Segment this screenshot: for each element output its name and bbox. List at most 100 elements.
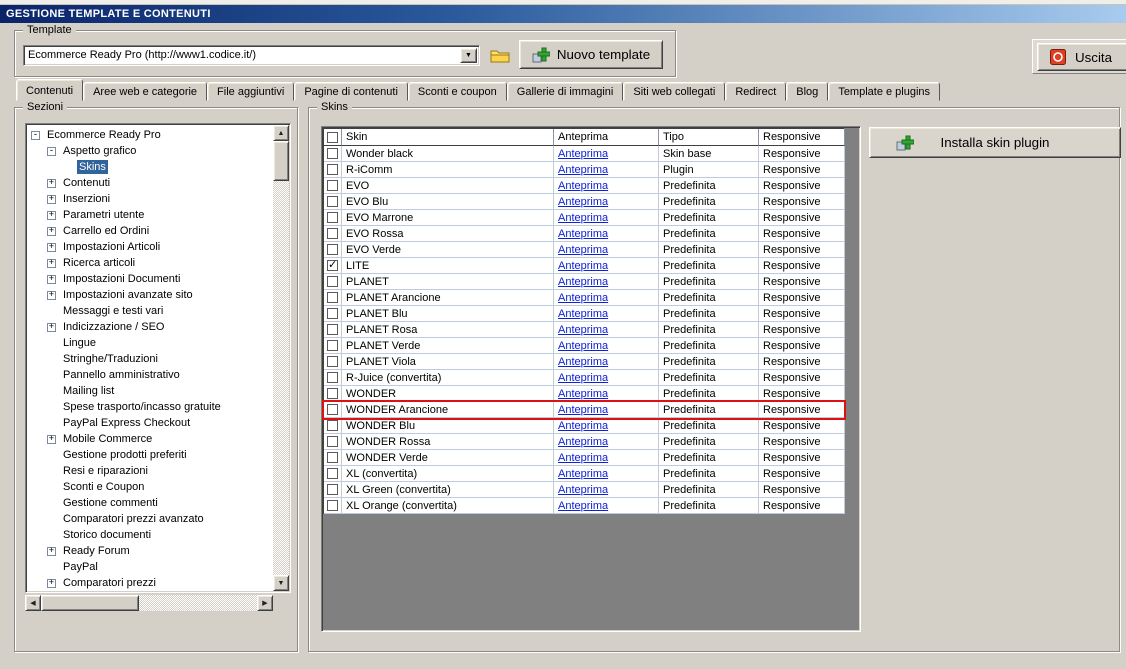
scroll-up-button[interactable]: ▲ bbox=[273, 125, 289, 141]
anteprima-link[interactable]: Anteprima bbox=[558, 484, 608, 496]
tree-expand-icon[interactable]: + bbox=[47, 434, 56, 444]
tree-item[interactable]: Skins bbox=[29, 159, 273, 175]
tree-item[interactable]: + Carrello ed Ordini bbox=[29, 223, 273, 239]
skin-checkbox[interactable] bbox=[327, 258, 338, 271]
tree-item[interactable]: Messaggi e testi vari bbox=[29, 303, 273, 319]
anteprima-link[interactable]: Anteprima bbox=[558, 244, 608, 256]
combobox-dropdown-button[interactable]: ▼ bbox=[460, 48, 477, 63]
tree-item[interactable]: + Comparatori prezzi bbox=[29, 575, 273, 591]
skin-checkbox[interactable] bbox=[327, 340, 338, 351]
horizontal-scroll-thumb[interactable] bbox=[41, 595, 139, 611]
tree-expand-icon[interactable]: + bbox=[47, 290, 56, 300]
tree-expand-icon[interactable]: + bbox=[47, 242, 56, 252]
anteprima-link[interactable]: Anteprima bbox=[558, 276, 608, 288]
tree-expand-icon[interactable]: + bbox=[47, 194, 56, 204]
tree-item[interactable]: Sconti e Coupon bbox=[29, 479, 273, 495]
select-all-checkbox[interactable] bbox=[327, 131, 338, 143]
tree-item[interactable]: Mailing list bbox=[29, 383, 273, 399]
skin-checkbox[interactable] bbox=[327, 468, 338, 479]
skin-checkbox[interactable] bbox=[327, 292, 338, 303]
anteprima-link[interactable]: Anteprima bbox=[558, 436, 608, 448]
exit-button[interactable]: Uscita bbox=[1037, 43, 1126, 71]
skin-checkbox[interactable] bbox=[327, 212, 338, 223]
tab-siti-web-collegati[interactable]: Siti web collegati bbox=[623, 82, 726, 101]
skin-checkbox[interactable] bbox=[327, 196, 338, 207]
tree-item[interactable]: Gestione prodotti preferiti bbox=[29, 447, 273, 463]
tree-horizontal-scrollbar[interactable]: ◀ ▶ bbox=[25, 595, 273, 611]
tree-expand-icon[interactable]: - bbox=[47, 146, 56, 156]
anteprima-link[interactable]: Anteprima bbox=[558, 292, 608, 304]
skin-checkbox[interactable] bbox=[327, 436, 338, 447]
tree-item[interactable]: Storico documenti bbox=[29, 527, 273, 543]
tree-item[interactable]: + Mobile Commerce bbox=[29, 431, 273, 447]
anteprima-link[interactable]: Anteprima bbox=[558, 404, 608, 416]
anteprima-link[interactable]: Anteprima bbox=[558, 340, 608, 352]
anteprima-link[interactable]: Anteprima bbox=[558, 324, 608, 336]
tree-item[interactable]: + Inserzioni bbox=[29, 191, 273, 207]
tab-sconti-e-coupon[interactable]: Sconti e coupon bbox=[407, 82, 507, 101]
tree-item[interactable]: Lingue bbox=[29, 335, 273, 351]
anteprima-link[interactable]: Anteprima bbox=[558, 148, 608, 160]
vertical-scroll-thumb[interactable] bbox=[273, 141, 289, 181]
anteprima-link[interactable]: Anteprima bbox=[558, 468, 608, 480]
tab-pagine-di-contenuti[interactable]: Pagine di contenuti bbox=[294, 82, 408, 101]
anteprima-link[interactable]: Anteprima bbox=[558, 180, 608, 192]
anteprima-link[interactable]: Anteprima bbox=[558, 212, 608, 224]
tree-expand-icon[interactable]: + bbox=[47, 210, 56, 220]
skin-checkbox[interactable] bbox=[327, 452, 338, 463]
skin-checkbox[interactable] bbox=[327, 404, 338, 415]
skin-checkbox[interactable] bbox=[327, 276, 338, 287]
tree-expand-icon[interactable]: + bbox=[47, 258, 56, 268]
scroll-right-button[interactable]: ▶ bbox=[257, 595, 273, 611]
scroll-left-button[interactable]: ◀ bbox=[25, 595, 41, 611]
tree-expand-icon[interactable]: + bbox=[47, 274, 56, 284]
tab-aree-web-e-categorie[interactable]: Aree web e categorie bbox=[83, 82, 208, 101]
tab-contenuti[interactable]: Contenuti bbox=[16, 79, 84, 101]
tree-expand-icon[interactable]: + bbox=[47, 578, 56, 588]
tree-item[interactable]: + Ready Forum bbox=[29, 543, 273, 559]
skin-checkbox[interactable] bbox=[327, 324, 338, 335]
skin-checkbox[interactable] bbox=[327, 164, 338, 175]
skin-checkbox[interactable] bbox=[327, 356, 338, 367]
skin-checkbox[interactable] bbox=[327, 148, 338, 159]
tree-vertical-scrollbar[interactable]: ▲ ▼ bbox=[273, 125, 289, 591]
tree-item[interactable]: PayPal Express Checkout bbox=[29, 415, 273, 431]
skin-checkbox[interactable] bbox=[327, 308, 338, 319]
tree-expand-icon[interactable]: - bbox=[31, 130, 40, 140]
tree-expand-icon[interactable]: + bbox=[47, 226, 56, 236]
tab-file-aggiuntivi[interactable]: File aggiuntivi bbox=[207, 82, 295, 101]
skin-checkbox[interactable] bbox=[327, 372, 338, 383]
anteprima-link[interactable]: Anteprima bbox=[558, 372, 608, 384]
tree-item[interactable]: + Contenuti bbox=[29, 175, 273, 191]
tree-item[interactable]: + Parametri utente bbox=[29, 207, 273, 223]
tree-item[interactable]: - Ecommerce Ready Pro bbox=[29, 127, 273, 143]
install-skin-plugin-button[interactable]: Installa skin plugin bbox=[869, 127, 1121, 158]
skin-checkbox[interactable] bbox=[327, 484, 338, 495]
tree-item[interactable]: + Impostazioni Documenti bbox=[29, 271, 273, 287]
anteprima-link[interactable]: Anteprima bbox=[558, 356, 608, 368]
tree-item[interactable]: Spese trasporto/incasso gratuite bbox=[29, 399, 273, 415]
tree-expand-icon[interactable]: + bbox=[47, 178, 56, 188]
tab-template-e-plugins[interactable]: Template e plugins bbox=[828, 82, 941, 101]
tree-item[interactable]: Resi e riparazioni bbox=[29, 463, 273, 479]
tree-item[interactable]: + Ricerca articoli bbox=[29, 255, 273, 271]
tree-item[interactable]: PayPal bbox=[29, 559, 273, 575]
tree-item[interactable]: + Impostazioni Articoli bbox=[29, 239, 273, 255]
tree-item[interactable]: + Indicizzazione / SEO bbox=[29, 319, 273, 335]
tree-expand-icon[interactable]: + bbox=[47, 546, 56, 556]
skin-checkbox[interactable] bbox=[327, 500, 338, 511]
tree-item[interactable]: Stringhe/Traduzioni bbox=[29, 351, 273, 367]
anteprima-link[interactable]: Anteprima bbox=[558, 196, 608, 208]
tree-item[interactable]: + Impostazioni avanzate sito bbox=[29, 287, 273, 303]
skin-checkbox[interactable] bbox=[327, 180, 338, 191]
anteprima-link[interactable]: Anteprima bbox=[558, 308, 608, 320]
skin-checkbox[interactable] bbox=[327, 388, 338, 399]
tree-item[interactable]: Pannello amministrativo bbox=[29, 367, 273, 383]
open-folder-button[interactable] bbox=[487, 46, 513, 66]
scroll-down-button[interactable]: ▼ bbox=[273, 575, 289, 591]
tree-item[interactable]: - Aspetto grafico bbox=[29, 143, 273, 159]
tree-item[interactable]: Gestione commenti bbox=[29, 495, 273, 511]
anteprima-link[interactable]: Anteprima bbox=[558, 260, 608, 272]
skin-checkbox[interactable] bbox=[327, 420, 338, 431]
template-combobox[interactable]: Ecommerce Ready Pro (http://www1.codice.… bbox=[23, 45, 480, 66]
